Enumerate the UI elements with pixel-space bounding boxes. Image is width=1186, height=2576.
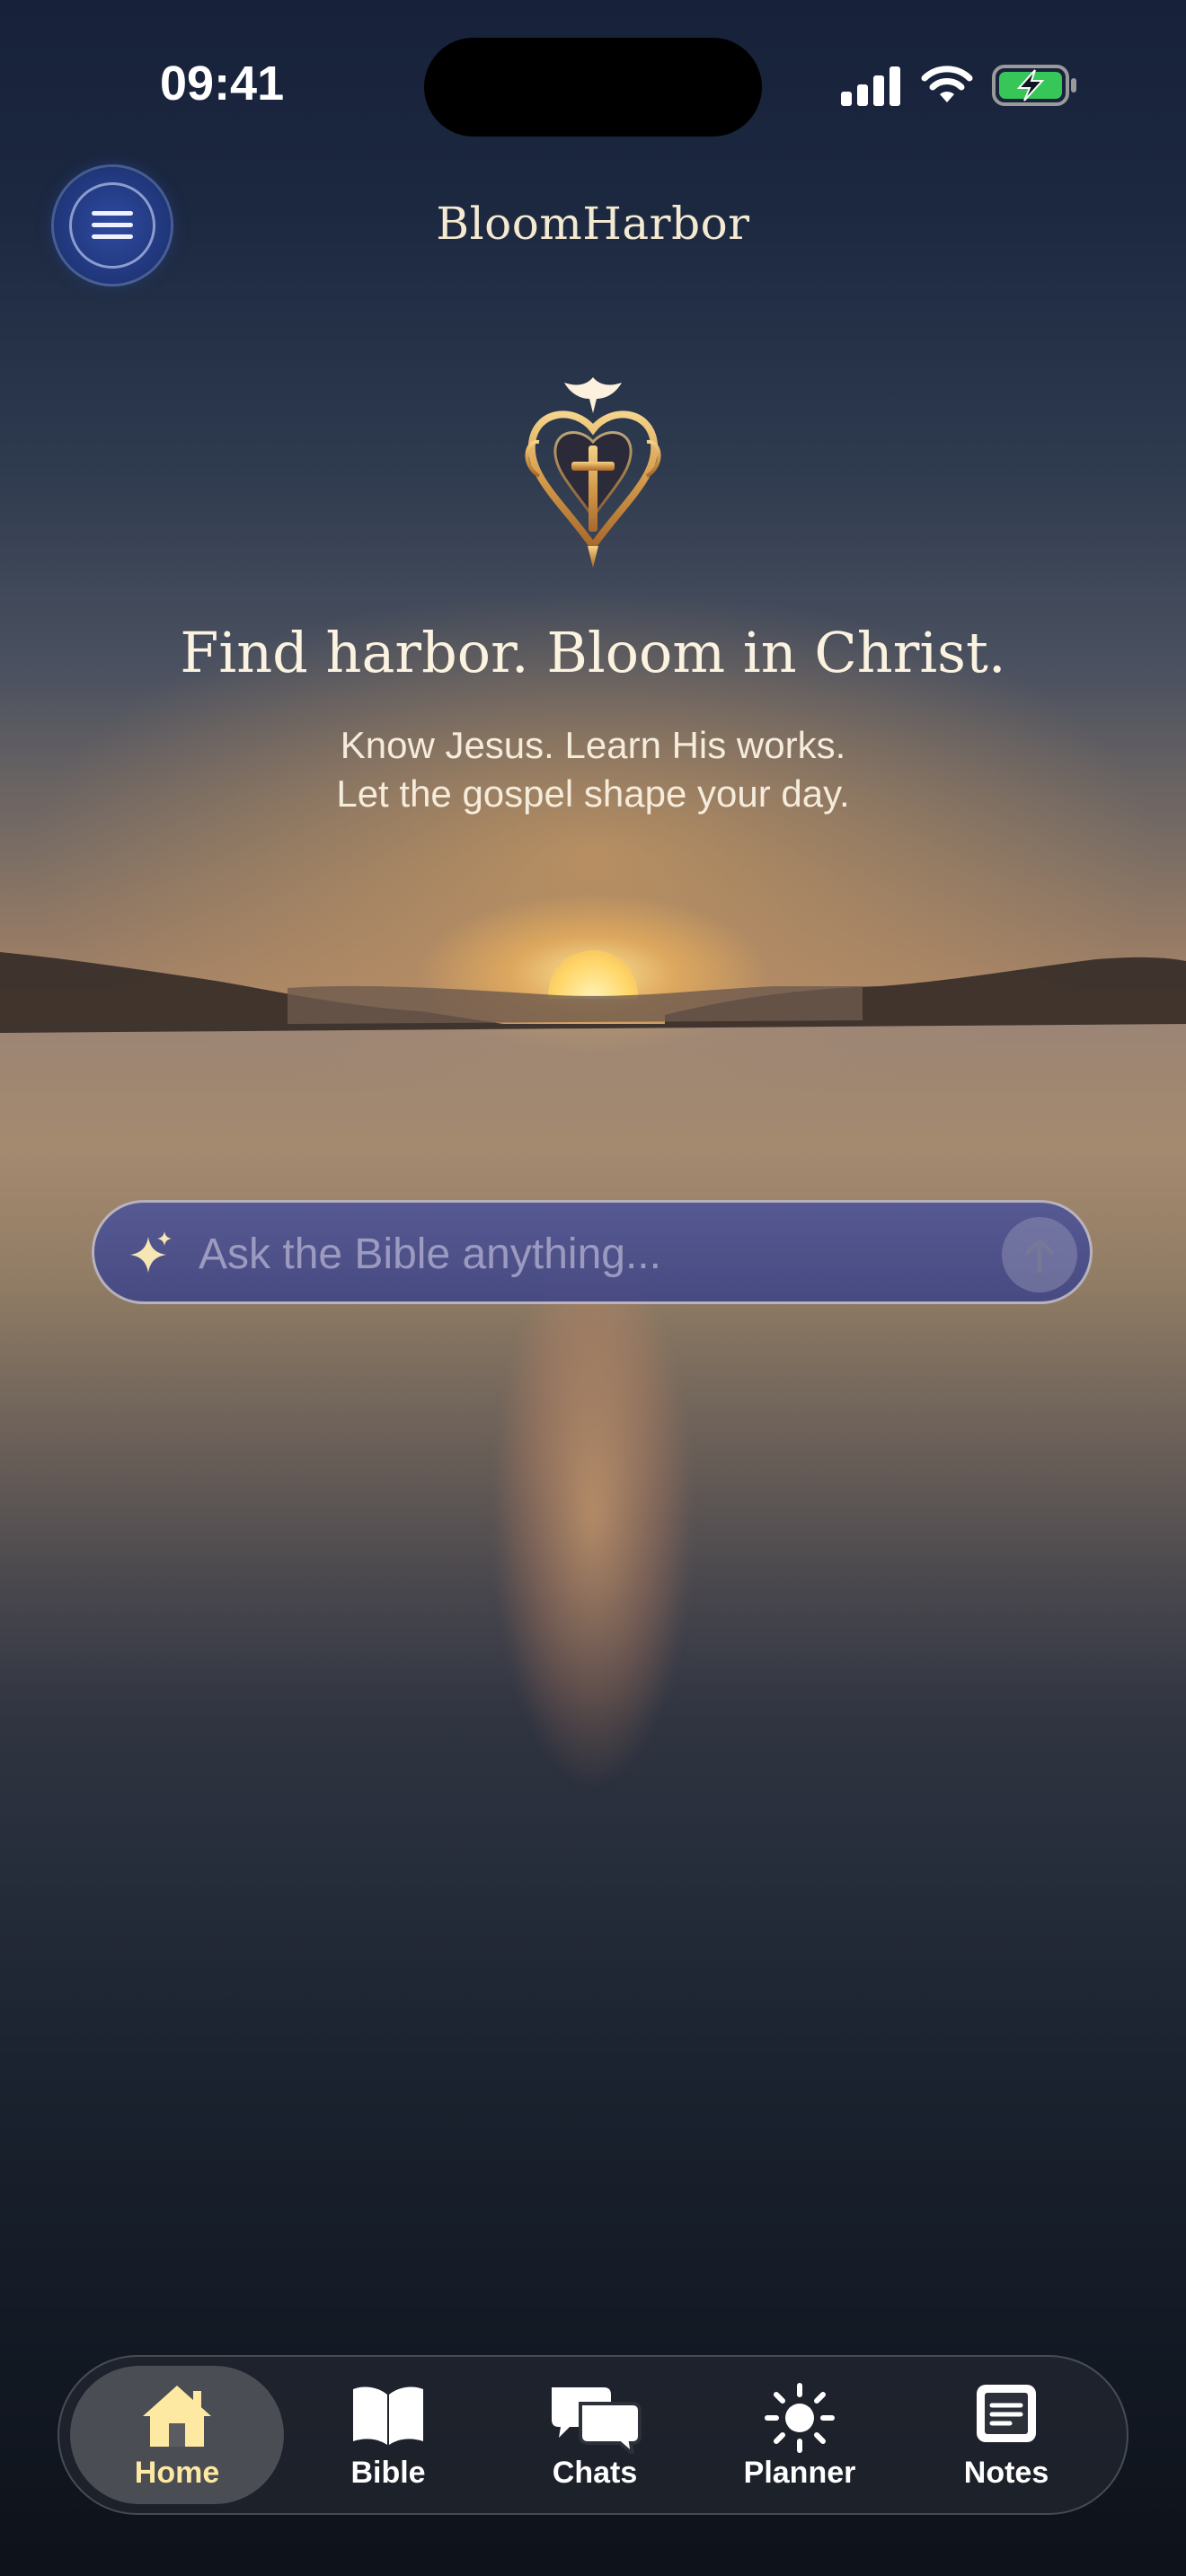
- status-bar: 09:41: [0, 0, 1186, 171]
- tab-home[interactable]: Home: [70, 2366, 284, 2504]
- app-title: BloomHarbor: [436, 198, 750, 250]
- hero-subtitle-line2: Let the gospel shape your day.: [336, 772, 850, 815]
- tab-bible-label: Bible: [350, 2456, 426, 2490]
- battery-charging-icon: [992, 65, 1076, 106]
- home-icon: [143, 2386, 211, 2447]
- ask-bible-input[interactable]: Ask the Bible anything...: [92, 1200, 1093, 1304]
- hero-headline: Find harbor. Bloom in Christ.: [180, 620, 1006, 685]
- dove-heart-cross-emblem: [525, 377, 661, 568]
- status-time: 09:41: [160, 57, 285, 110]
- send-button[interactable]: [1002, 1217, 1077, 1292]
- note-icon: [977, 2385, 1036, 2442]
- sun-icon: [765, 2383, 835, 2453]
- bottom-tab-bar: Home Bible Chats Planner Notes: [58, 2355, 1128, 2515]
- book-icon: [353, 2386, 423, 2445]
- dynamic-island: [424, 38, 762, 137]
- sun-reflection: [467, 1275, 719, 1958]
- cellular-signal-icon: [841, 66, 900, 106]
- arrow-up-icon: [1024, 1238, 1055, 1274]
- chat-bubbles-icon: [552, 2387, 642, 2454]
- tab-planner[interactable]: Planner: [697, 2357, 902, 2513]
- tab-planner-label: Planner: [743, 2456, 856, 2490]
- ask-input-placeholder: Ask the Bible anything...: [199, 1231, 661, 1278]
- horizon-hills: [0, 952, 1186, 1033]
- wifi-icon: [921, 66, 973, 102]
- tab-notes[interactable]: Notes: [904, 2357, 1109, 2513]
- tab-bible[interactable]: Bible: [286, 2357, 491, 2513]
- tab-home-label: Home: [134, 2456, 220, 2490]
- tab-chats-label: Chats: [552, 2456, 638, 2490]
- tab-chats[interactable]: Chats: [492, 2357, 697, 2513]
- sparkles-icon: [130, 1231, 172, 1273]
- tab-notes-label: Notes: [963, 2456, 1049, 2490]
- hero-subtitle-line1: Know Jesus. Learn His works.: [340, 724, 846, 766]
